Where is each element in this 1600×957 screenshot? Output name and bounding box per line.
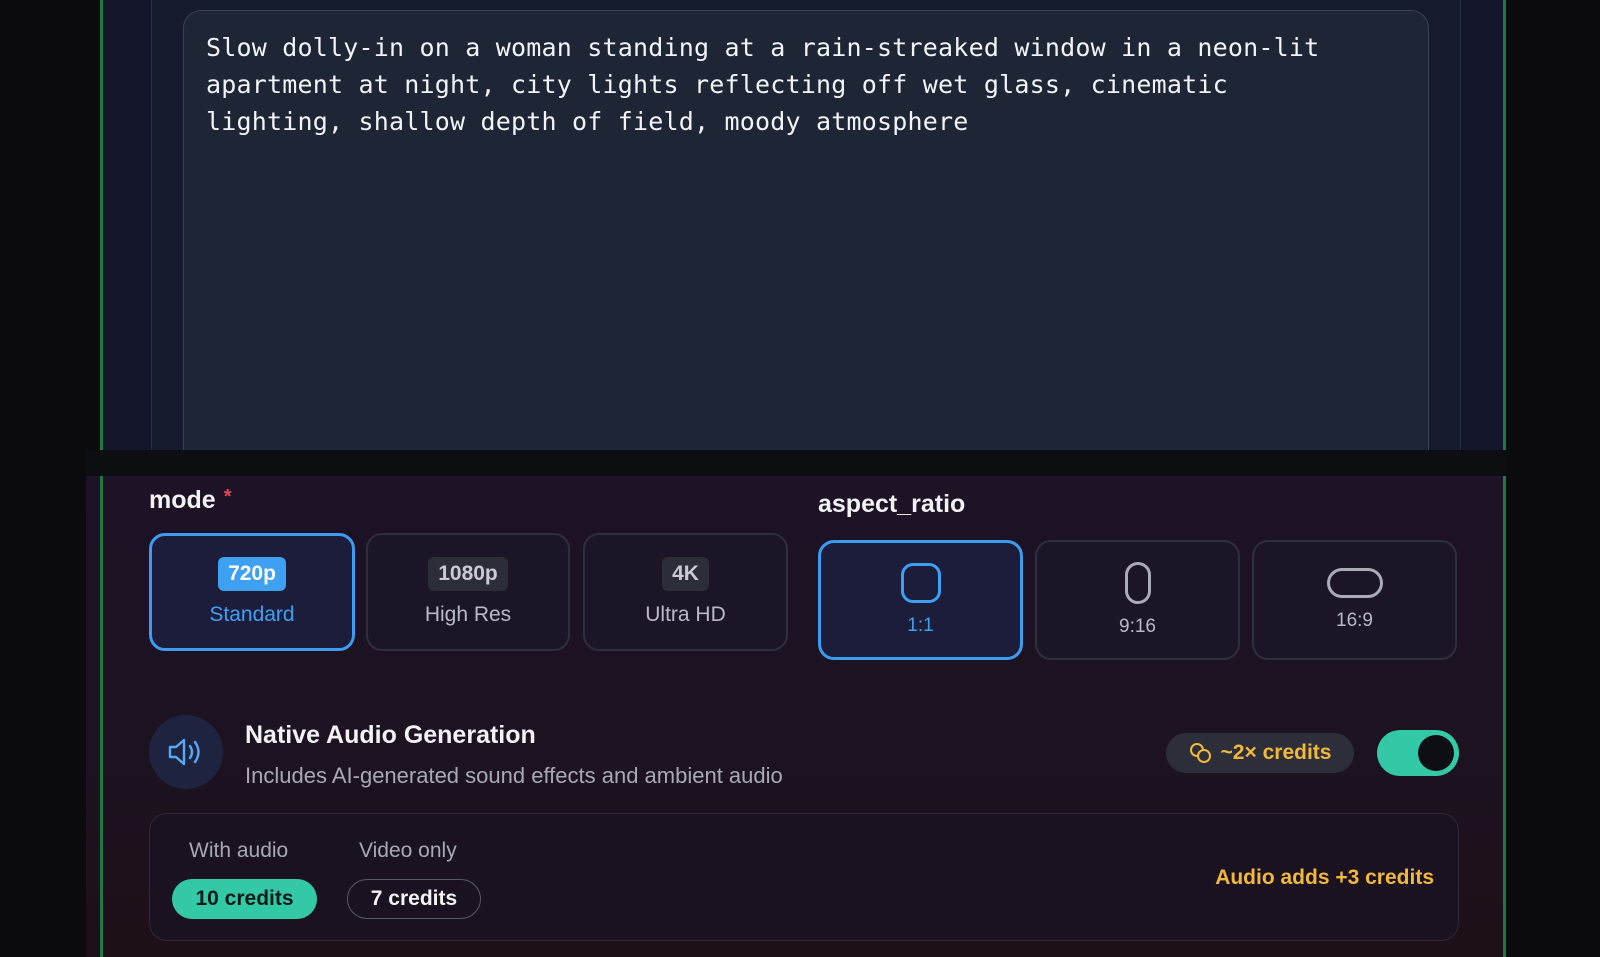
audio-icon-container xyxy=(149,715,223,789)
aspect-option-16-9[interactable]: 16:9 xyxy=(1252,540,1457,660)
panel-border-left xyxy=(100,476,103,957)
mode-badge: 720p xyxy=(218,557,286,591)
mode-option-label: Standard xyxy=(209,603,295,626)
mode-option-label: Ultra HD xyxy=(645,603,726,626)
mode-option-label: High Res xyxy=(424,603,512,626)
credit-multiplier-text: ~2× credits xyxy=(1220,741,1332,764)
with-audio-label: With audio xyxy=(189,839,289,862)
section-divider xyxy=(86,450,1506,476)
mode-label: mode * xyxy=(149,486,232,514)
coins-icon xyxy=(1189,743,1211,763)
mode-option-720p[interactable]: 720p Standard xyxy=(149,533,355,651)
aspect-option-label: 9:16 xyxy=(1119,616,1156,637)
landscape-icon xyxy=(1326,568,1383,598)
audio-title: Native Audio Generation xyxy=(245,721,536,749)
portrait-icon xyxy=(1124,562,1151,604)
with-audio-credits: 10 credits xyxy=(172,879,317,919)
prompt-text[interactable]: Slow dolly-in on a woman standing at a r… xyxy=(206,29,1406,140)
mode-badge: 1080p xyxy=(428,557,508,591)
video-only-label: Video only xyxy=(359,839,457,862)
cost-comparison-box: With audio 10 credits Video only 7 credi… xyxy=(149,813,1459,941)
aspect-option-1-1[interactable]: 1:1 xyxy=(818,540,1023,660)
aspect-option-label: 1:1 xyxy=(907,615,934,636)
aspect-option-9-16[interactable]: 9:16 xyxy=(1035,540,1240,660)
audio-cost-note: Audio adds +3 credits xyxy=(1215,866,1434,889)
toggle-knob xyxy=(1418,735,1454,771)
mode-option-4k[interactable]: 4K Ultra HD xyxy=(583,533,788,651)
panel-border-right xyxy=(1503,476,1506,957)
required-mark: * xyxy=(223,486,232,508)
aspect-ratio-label: aspect_ratio xyxy=(818,490,966,518)
speaker-icon xyxy=(168,738,200,766)
audio-toggle[interactable] xyxy=(1377,730,1459,776)
prompt-textarea[interactable]: Slow dolly-in on a woman standing at a r… xyxy=(183,10,1429,450)
audio-description: Includes AI-generated sound effects and … xyxy=(245,763,783,788)
mode-badge: 4K xyxy=(662,557,709,591)
prompt-panel: Slow dolly-in on a woman standing at a r… xyxy=(100,0,1506,450)
aspect-option-label: 16:9 xyxy=(1336,610,1373,631)
video-only-credits: 7 credits xyxy=(347,879,481,919)
square-icon xyxy=(900,563,941,603)
mode-option-1080p[interactable]: 1080p High Res xyxy=(366,533,570,651)
credit-multiplier-chip: ~2× credits xyxy=(1166,733,1354,773)
